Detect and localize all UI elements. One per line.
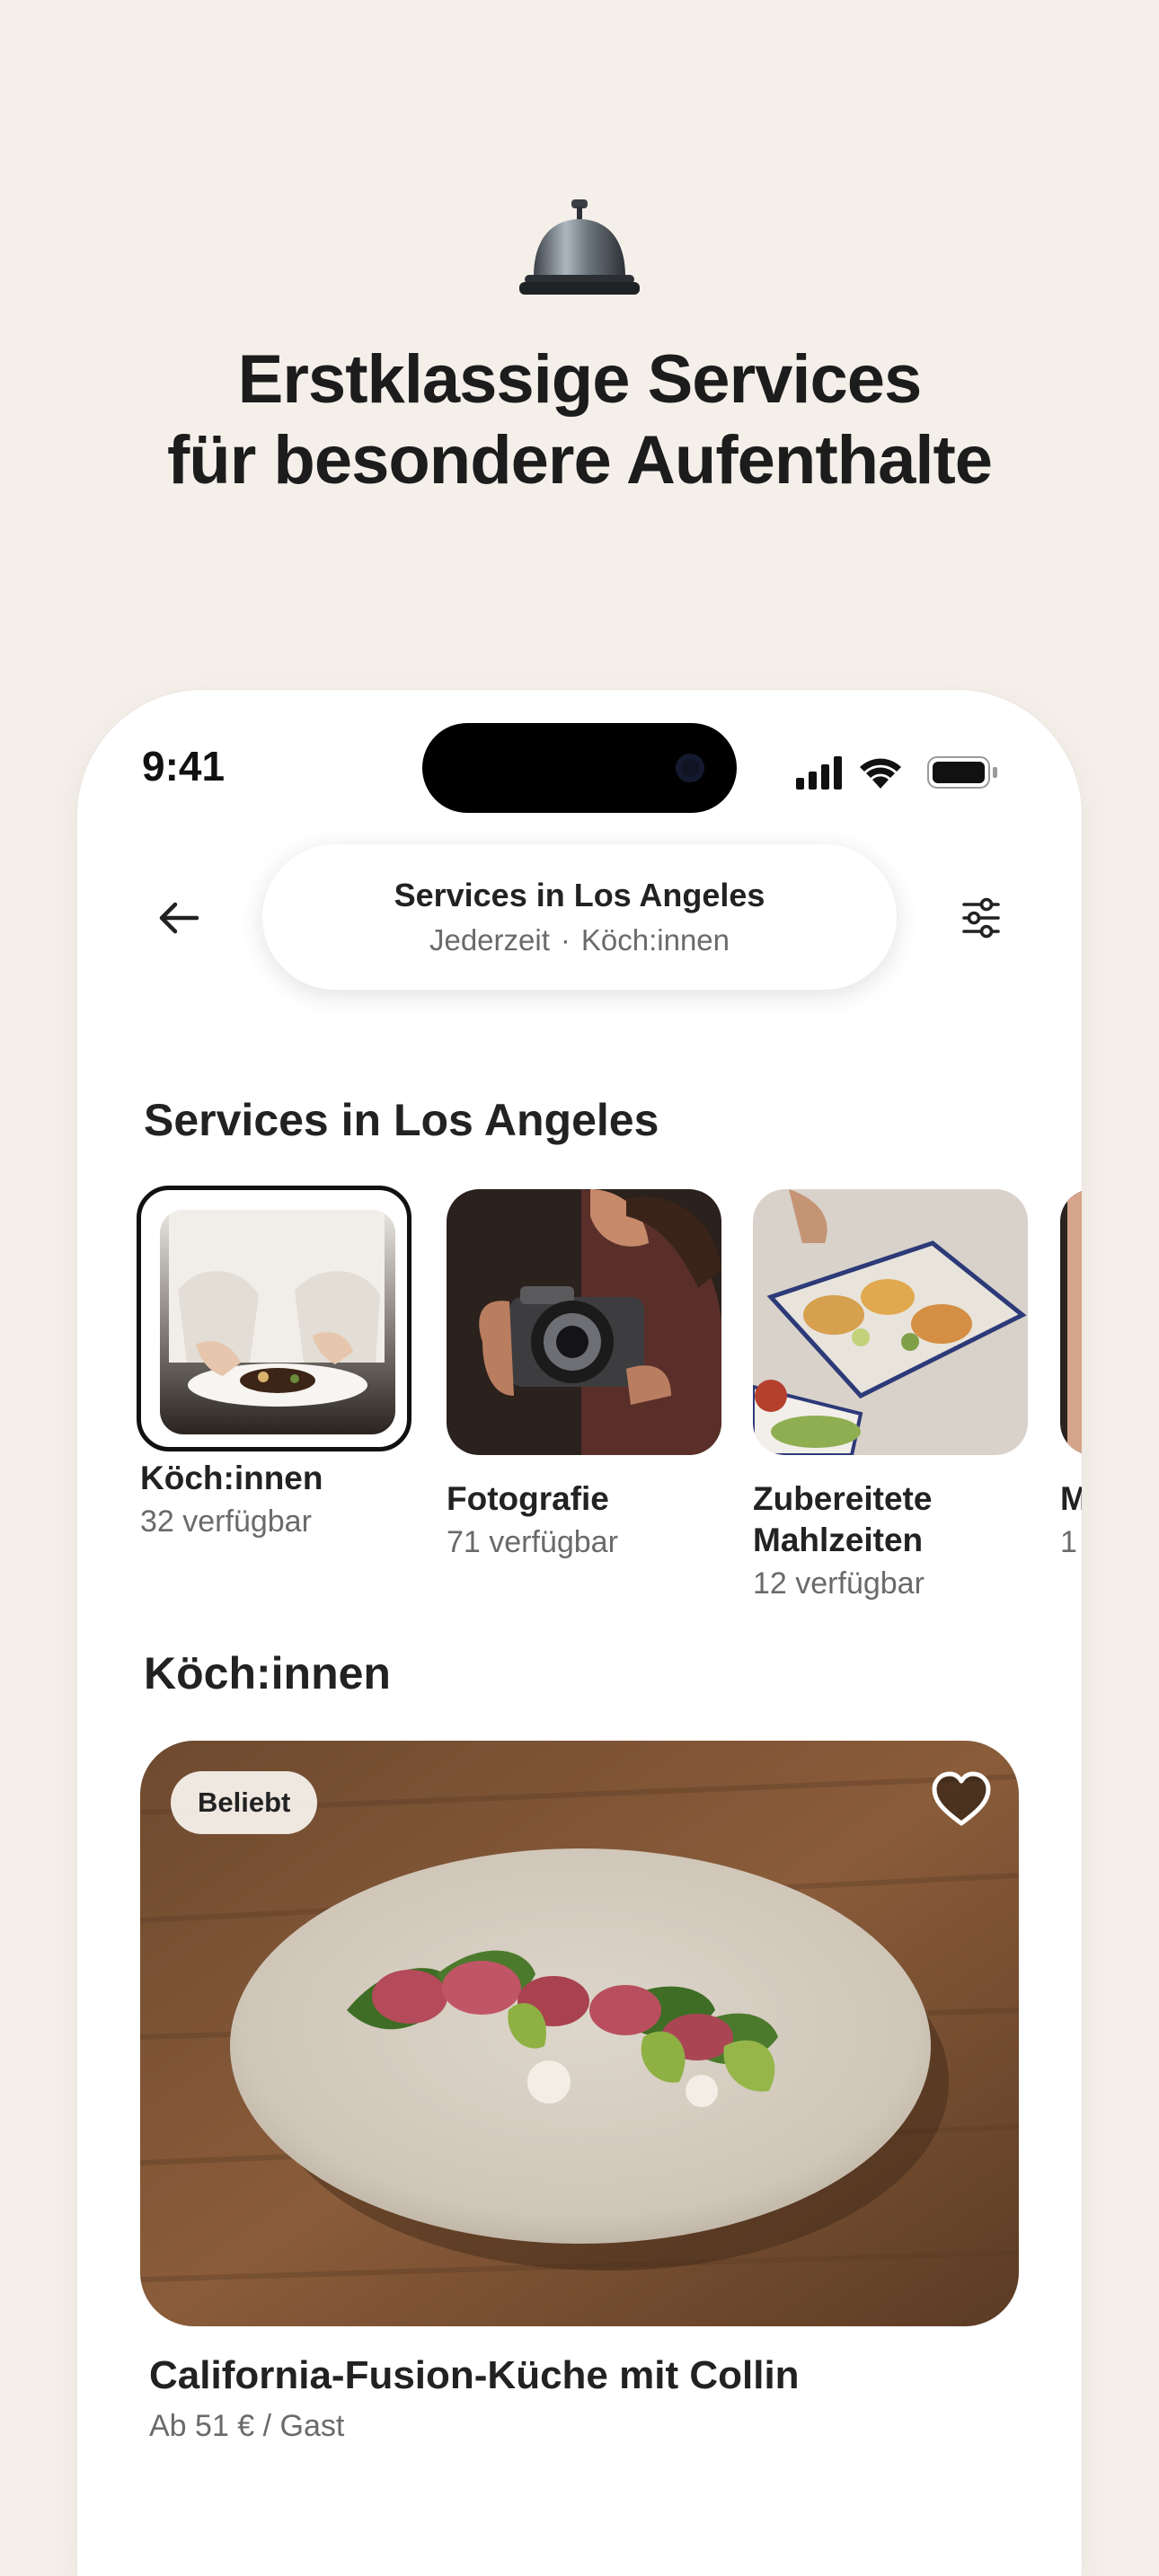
listing-title[interactable]: California-Fusion-Küche mit Collin [149, 2353, 800, 2398]
category-label: M [1060, 1480, 1082, 1517]
headline-line-1: Erstklassige Services [237, 341, 923, 418]
listings-section-title: Köch:innen [144, 1648, 391, 1698]
listing-card-image[interactable]: Beliebt [140, 1741, 1019, 2326]
category-count: 1 [1060, 1525, 1077, 1559]
status-icons [796, 756, 997, 790]
category-label: Köch:innen [140, 1460, 323, 1496]
categories-section-title: Services in Los Angeles [144, 1095, 659, 1145]
category-count: 32 verfügbar [140, 1504, 312, 1539]
photographer-image [447, 1189, 721, 1455]
category-prepared-meals[interactable]: Zubereitete Mahlzeiten 12 verfügbar [753, 1189, 1028, 1601]
category-partial[interactable]: M 1 [1060, 1189, 1082, 1560]
promo-headline: Erstklassige Services für besondere Aufe… [0, 340, 1159, 501]
wifi-icon [860, 758, 901, 789]
meal-prep-image [753, 1189, 1028, 1455]
popular-badge: Beliebt [171, 1771, 318, 1834]
partial-category-image [1060, 1189, 1082, 1455]
dynamic-island [422, 723, 737, 813]
sliders-icon [962, 897, 1000, 939]
search-when: Jederzeit [429, 923, 550, 957]
filter-button[interactable] [952, 891, 1010, 945]
search-title: Services in Los Angeles [394, 877, 765, 913]
category-label: Zubereitete Mahlzeiten [753, 1480, 933, 1558]
camera-icon [676, 754, 704, 782]
listing-price: Ab 51 € / Gast [149, 2409, 345, 2443]
search-separator: · [560, 923, 571, 957]
search-what: Köch:innen [580, 923, 730, 957]
service-bell-icon [519, 199, 640, 295]
categories-carousel[interactable]: Köch:innen 32 verfügbar Fotografie 71 ve… [0, 1186, 1159, 1611]
headline-line-2: für besondere Aufenthalte [166, 422, 993, 498]
category-label: Fotografie [447, 1480, 609, 1517]
arrow-left-icon [159, 902, 199, 934]
category-count: 12 verfügbar [753, 1566, 925, 1601]
status-time: 9:41 [142, 743, 226, 790]
cellular-signal-icon [796, 756, 842, 790]
category-chefs[interactable]: Köch:innen 32 verfügbar [137, 1186, 415, 1539]
heart-icon[interactable] [929, 1768, 994, 1831]
back-button[interactable] [149, 891, 208, 945]
search-summary-pill[interactable]: Services in Los Angeles Jederzeit · Köch:i… [262, 844, 897, 990]
category-photography[interactable]: Fotografie 71 verfügbar [447, 1189, 721, 1560]
battery-icon [927, 756, 997, 789]
search-subtitle: Jederzeit · Köch:innen [429, 923, 730, 957]
category-count: 71 verfügbar [447, 1525, 618, 1559]
chef-plating-image [160, 1210, 395, 1434]
